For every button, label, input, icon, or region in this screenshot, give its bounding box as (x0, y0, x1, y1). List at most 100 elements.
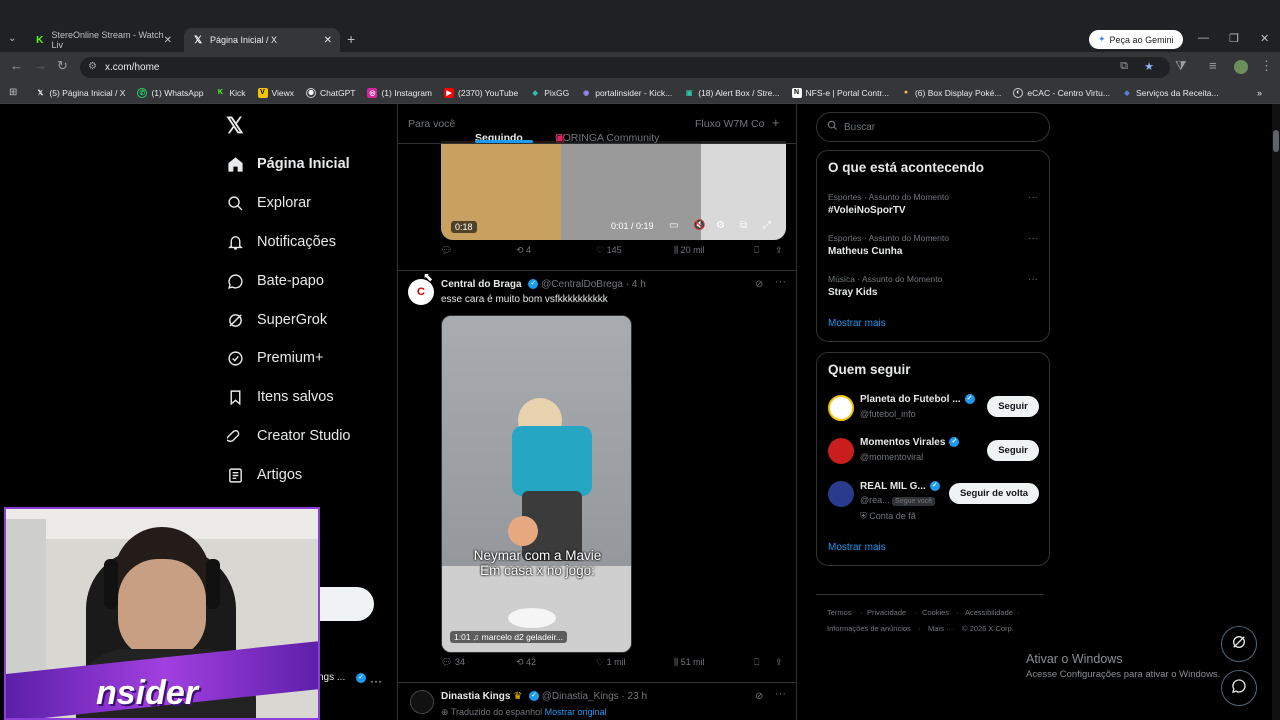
forward-icon[interactable]: → (34, 58, 47, 73)
more-options-icon[interactable]: ··· (1028, 233, 1038, 244)
more-options-icon[interactable]: ··· (1028, 274, 1038, 285)
omnibox[interactable]: ⚙ x.com/home ⧉ ★ (80, 57, 1170, 78)
avatar[interactable] (410, 690, 434, 714)
author-name[interactable]: Central do Braga (441, 279, 522, 290)
show-original-link[interactable]: Mostrar original (545, 707, 607, 717)
author-handle[interactable]: @Dinastia_Kings (542, 691, 619, 702)
media-control-icon[interactable]: ≡ (1209, 58, 1217, 73)
grok-floating-button[interactable] (1221, 626, 1257, 662)
nav-bookmarks[interactable]: Itens salvos (226, 388, 334, 406)
author-handle[interactable]: @CentralDoBrega (541, 279, 623, 290)
bookmark-alertbox[interactable]: ▣ (18) Alert Box / Stre... (684, 88, 780, 98)
bookmark-whatsapp[interactable]: ✆ (1) WhatsApp (137, 87, 203, 98)
scrollbar-thumb[interactable] (1273, 130, 1279, 152)
bookmark-x[interactable]: 𝕏 (5) Página Inicial / X (35, 88, 126, 98)
nav-explore[interactable]: Explorar (226, 194, 311, 212)
close-tab-icon[interactable]: ✕ (164, 35, 172, 46)
nav-notifications[interactable]: Notificações (226, 233, 336, 251)
bookmark-chatgpt[interactable]: ✺ ChatGPT (306, 87, 355, 98)
captions-icon[interactable]: ▭ (669, 220, 678, 231)
repost-button[interactable]: ⟲ 4 (516, 245, 531, 256)
nav-home[interactable]: Página Inicial (226, 155, 350, 173)
close-window-icon[interactable]: ✕ (1260, 32, 1269, 45)
bookmark-instagram[interactable]: ◎ (1) Instagram (367, 87, 432, 98)
reply-icon[interactable]: 💬︎ (441, 245, 452, 256)
bookmark-nfse[interactable]: N NFS-e | Portal Contr... (791, 87, 889, 98)
post-time[interactable]: 23 h (628, 691, 647, 702)
suggestion-name[interactable]: Momentos Virales ✓ (860, 437, 960, 448)
tab-stereonline[interactable]: K StereOnline Stream - Watch Liv ✕ (26, 28, 180, 52)
gemini-button[interactable]: ✦ Peça ao Gemini (1089, 30, 1183, 49)
extensions-icon[interactable]: ⧩ (1175, 58, 1187, 74)
avatar[interactable] (828, 438, 854, 464)
bookmark-star-icon[interactable]: ★ (1144, 60, 1154, 73)
footer-accessibility[interactable]: Acessibilidade (965, 608, 1013, 617)
apps-grid-icon[interactable]: ⊞ (9, 87, 17, 98)
like-button[interactable]: ♡ 145 (596, 245, 622, 256)
restore-icon[interactable]: ❐ (1229, 32, 1239, 45)
views-button[interactable]: ⫼ 20 mil (674, 245, 705, 256)
more-options-icon[interactable]: ··· (1028, 192, 1038, 203)
more-bookmarks-icon[interactable]: » (1257, 88, 1262, 98)
more-options-icon[interactable]: ··· (370, 674, 382, 688)
bookmark-portalinsider[interactable]: ◉ portalinsider - Kick... (581, 88, 672, 98)
views-button[interactable]: ⫼ 51 mil (674, 657, 705, 668)
bookmark-post-icon[interactable]: ⎕ (754, 245, 759, 256)
share-icon[interactable]: ⇪ (775, 245, 783, 256)
post-time[interactable]: 4 h (632, 279, 646, 290)
trend-item[interactable]: Esportes · Assunto do Momento Matheus Cu… (828, 233, 1038, 257)
repost-button[interactable]: ⟲ 42 (516, 657, 536, 668)
like-button[interactable]: ♡ 1 mil (596, 657, 626, 668)
suggestion-name[interactable]: REAL MIL G... ✓ (860, 481, 940, 492)
video-player[interactable]: 0:18 0:01 / 0:19 ▭ 🔇 ⚙ ⧉ ⤢ (441, 141, 786, 240)
footer-more[interactable]: Mais ··· (928, 624, 953, 633)
grok-icon[interactable]: ⊘ (755, 279, 763, 290)
bookmark-pixgg[interactable]: ◆ PixGG (530, 88, 570, 98)
share-icon[interactable]: ⇪ (775, 657, 783, 668)
avatar[interactable] (828, 395, 854, 421)
footer-privacy[interactable]: Privacidade (867, 608, 906, 617)
minimize-icon[interactable]: — (1198, 32, 1209, 44)
more-options-icon[interactable]: ··· (775, 688, 786, 700)
close-tab-icon[interactable]: ✕ (324, 35, 332, 46)
nav-creator-studio[interactable]: Creator Studio (226, 427, 351, 445)
x-logo-icon[interactable]: 𝕏 (226, 113, 244, 139)
fullscreen-icon[interactable]: ⤢ (763, 220, 771, 231)
bookmark-kick[interactable]: K Kick (215, 88, 246, 98)
follow-back-button[interactable]: Seguir de volta (949, 483, 1039, 504)
video-player[interactable]: Neymar com a Mavie Em casa x no jogo: 1:… (441, 315, 632, 653)
bookmark-pokemon[interactable]: ● (6) Box Display Poké... (901, 88, 1002, 98)
nav-premium[interactable]: Premium+ (226, 349, 323, 367)
site-info-icon[interactable]: ⚙ (88, 61, 97, 72)
tab-x-home[interactable]: 𝕏 Página Inicial / X ✕ (184, 28, 340, 52)
messages-floating-button[interactable] (1221, 670, 1257, 706)
settings-gear-icon[interactable]: ⚙ (716, 220, 725, 231)
footer-terms[interactable]: Termos (827, 608, 852, 617)
chrome-menu-icon[interactable]: ⋮ (1260, 58, 1273, 74)
install-app-icon[interactable]: ⧉ (1120, 60, 1128, 73)
bookmark-post-icon[interactable]: ⎕ (754, 657, 759, 668)
follow-button[interactable]: Seguir (987, 440, 1039, 461)
reply-button[interactable]: 💬︎ 34 (441, 657, 465, 668)
trend-item[interactable]: Esportes · Assunto do Momento #VoleiNoSp… (828, 192, 1038, 216)
add-tab-plus-icon[interactable]: + (772, 115, 780, 130)
bookmark-ecac[interactable]: ◐ eCAC - Centro Virtu... (1013, 87, 1110, 98)
follow-button[interactable]: Seguir (987, 396, 1039, 417)
bookmark-receita[interactable]: ◆ Serviços da Receita... (1122, 88, 1218, 98)
profile-avatar[interactable] (1234, 60, 1248, 74)
author-name[interactable]: Dinastia Kings (441, 691, 510, 702)
nav-chat[interactable]: Bate-papo (226, 272, 324, 290)
bookmark-youtube[interactable]: ▶ (2370) YouTube (444, 87, 518, 98)
pip-icon[interactable]: ⧉ (740, 220, 747, 231)
show-more-trends-link[interactable]: Mostrar mais (828, 318, 886, 329)
tab-fluxo[interactable]: Fluxo W7M Co (695, 118, 764, 130)
nav-articles[interactable]: Artigos (226, 466, 302, 484)
footer-cookies[interactable]: Cookies (922, 608, 949, 617)
trend-item[interactable]: Música · Assunto do Momento Stray Kids ·… (828, 274, 1038, 298)
tab-search-chevron-icon[interactable]: ⌄ (8, 33, 16, 44)
profile-name-fragment[interactable]: ngs ... (318, 672, 345, 683)
nav-supergrok[interactable]: SuperGrok (226, 311, 327, 329)
suggestion-name[interactable]: Planeta do Futebol ... ✓ (860, 394, 975, 405)
show-more-follow-link[interactable]: Mostrar mais (828, 542, 886, 553)
avatar[interactable] (828, 481, 854, 507)
